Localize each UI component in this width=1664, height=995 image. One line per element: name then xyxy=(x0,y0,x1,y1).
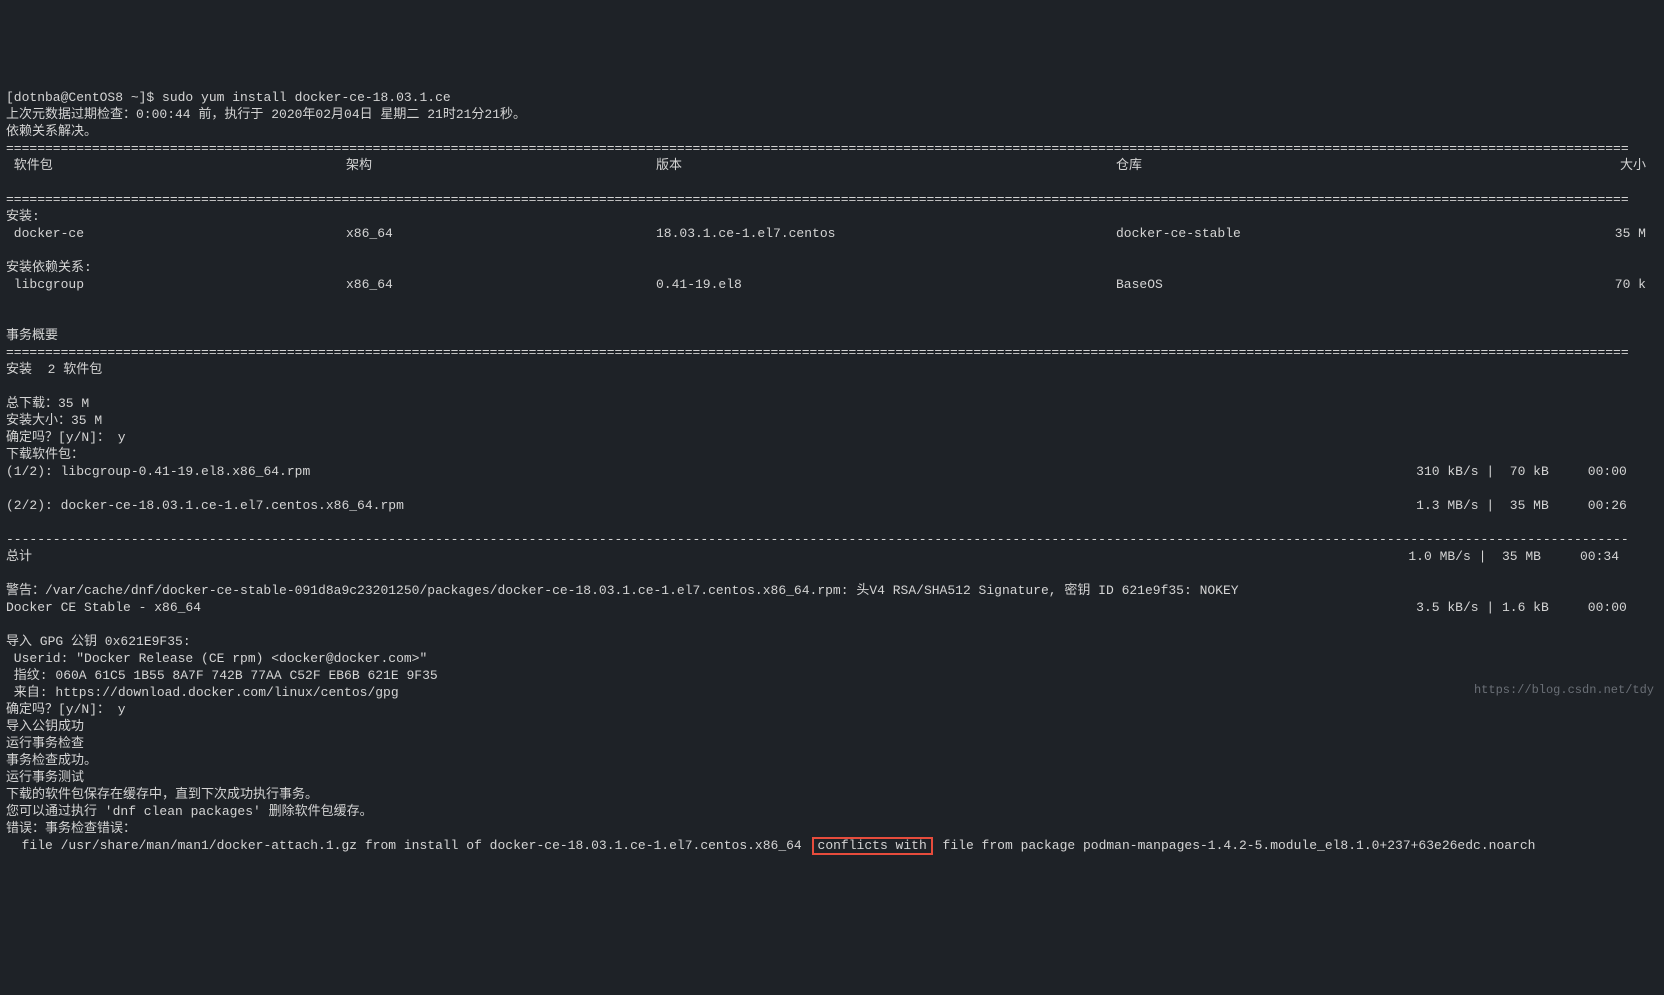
pkg-arch: x86_64 xyxy=(346,225,656,242)
divider-header: ========================================… xyxy=(6,192,1629,207)
gpg-userid: Userid: "Docker Release (CE rpm) <docker… xyxy=(6,651,427,666)
conflict-pre: file /usr/share/man/man1/docker-attach.1… xyxy=(6,838,810,853)
total-row: 总计 1.0 MB/s | 35 MB 00:34 xyxy=(6,548,1658,565)
pkg-name: libcgroup xyxy=(6,276,346,293)
download-stats: 310 kB/s | 70 kB 00:00 xyxy=(1416,463,1658,480)
shell-prompt: [dotnba@CentOS8 ~]$ xyxy=(6,90,162,105)
total-download: 总下载：35 M xyxy=(6,396,89,411)
confirm-prompt[interactable]: 确定吗？[y/N]： y xyxy=(6,430,126,445)
downloading-label: 下载软件包： xyxy=(6,447,84,462)
import-gpg-label: 导入 GPG 公钥 0x621E9F35: xyxy=(6,634,191,649)
conflict-post: file from package podman-manpages-1.4.2-… xyxy=(935,838,1536,853)
deps-resolved-line: 依赖关系解决。 xyxy=(6,124,97,139)
total-stats: 1.0 MB/s | 35 MB 00:34 xyxy=(1408,548,1658,565)
download-row: (2/2): docker-ce-18.03.1.ce-1.el7.centos… xyxy=(6,497,1658,514)
install-deps-label: 安装依赖关系: xyxy=(6,260,92,275)
command-input[interactable]: sudo yum install docker-ce-18.03.1.ce xyxy=(162,90,451,105)
import-success: 导入公钥成功 xyxy=(6,719,84,734)
run-transaction-check: 运行事务检查 xyxy=(6,736,84,751)
transaction-summary-label: 事务概要 xyxy=(6,328,58,343)
transaction-check-ok: 事务检查成功。 xyxy=(6,753,97,768)
pkg-version: 18.03.1.ce-1.el7.centos xyxy=(656,225,1116,242)
gpg-fingerprint: 指纹: 060A 61C5 1B55 8A7F 742B 77AA C52F E… xyxy=(6,668,438,683)
run-transaction-test: 运行事务测试 xyxy=(6,770,84,785)
confirm-prompt[interactable]: 确定吗？[y/N]： y xyxy=(6,702,126,717)
download-stats: 1.3 MB/s | 35 MB 00:26 xyxy=(1416,497,1658,514)
error-label: 错误：事务检查错误： xyxy=(6,821,136,836)
stable-repo-stats: 3.5 kB/s | 1.6 kB 00:00 xyxy=(1416,599,1658,616)
pkg-repo: docker-ce-stable xyxy=(1116,225,1516,242)
header-arch: 架构 xyxy=(346,157,656,174)
divider-top: ========================================… xyxy=(6,141,1629,156)
gpg-from: 来自: https://download.docker.com/linux/ce… xyxy=(6,685,399,700)
total-label: 总计 xyxy=(6,548,32,565)
pkg-arch: x86_64 xyxy=(346,276,656,293)
pkg-size: 70 k xyxy=(1516,276,1646,293)
divider-summary: ========================================… xyxy=(6,345,1629,360)
stable-repo-label: Docker CE Stable - x86_64 xyxy=(6,599,201,616)
nokey-warning: 警告：/var/cache/dnf/docker-ce-stable-091d8… xyxy=(6,583,1239,598)
download-file: (1/2): libcgroup-0.41-19.el8.x86_64.rpm xyxy=(6,463,310,480)
download-file: (2/2): docker-ce-18.03.1.ce-1.el7.centos… xyxy=(6,497,404,514)
metadata-check-line: 上次元数据过期检查：0:00:44 前，执行于 2020年02月04日 星期二 … xyxy=(6,107,526,122)
pkg-repo: BaseOS xyxy=(1116,276,1516,293)
table-row: docker-cex86_6418.03.1.ce-1.el7.centosdo… xyxy=(6,225,1658,242)
conflict-keyword: conflicts with xyxy=(812,837,933,855)
header-version: 版本 xyxy=(656,157,1116,174)
terminal-output: [dotnba@CentOS8 ~]$ sudo yum install doc… xyxy=(0,68,1664,876)
header-repo: 仓库 xyxy=(1116,157,1516,174)
watermark-text: https://blog.csdn.net/tdy xyxy=(1474,682,1654,699)
header-size: 大小 xyxy=(1516,157,1646,174)
install-size: 安装大小：35 M xyxy=(6,413,102,428)
pkg-size: 35 M xyxy=(1516,225,1646,242)
divider-downloads: ----------------------------------------… xyxy=(6,532,1629,547)
conflict-line: file /usr/share/man/man1/docker-attach.1… xyxy=(6,837,1658,855)
header-package: 软件包 xyxy=(6,157,346,174)
pkg-name: docker-ce xyxy=(6,225,346,242)
install-section-label: 安装: xyxy=(6,209,40,224)
download-row: (1/2): libcgroup-0.41-19.el8.x86_64.rpm 3… xyxy=(6,463,1658,480)
install-count: 安装 2 软件包 xyxy=(6,362,102,377)
pkg-version: 0.41-19.el8 xyxy=(656,276,1116,293)
clean-hint: 您可以通过执行 'dnf clean packages' 删除软件包缓存。 xyxy=(6,804,373,819)
stable-repo-row: Docker CE Stable - x86_64 3.5 kB/s | 1.6 … xyxy=(6,599,1658,616)
cache-info: 下载的软件包保存在缓存中，直到下次成功执行事务。 xyxy=(6,787,318,802)
table-header-row: 软件包架构版本仓库大小 xyxy=(6,157,1658,174)
table-row: libcgroupx86_640.41-19.el8BaseOS70 k xyxy=(6,276,1658,293)
